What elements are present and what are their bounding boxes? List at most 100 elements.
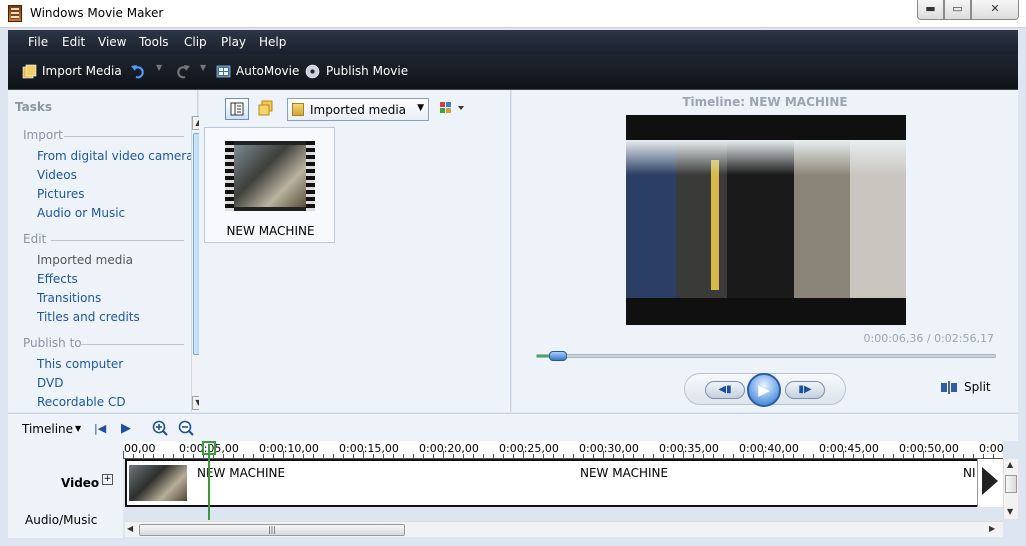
menu-file[interactable]: File	[28, 35, 48, 49]
window-title: Windows Movie Maker	[30, 6, 164, 20]
link-videos[interactable]: Videos	[37, 168, 77, 182]
menu-play[interactable]: Play	[221, 35, 246, 49]
automovie-icon	[216, 65, 231, 78]
timeline-clip-label: NEW MACHINE	[197, 466, 286, 480]
section-edit: Edit	[23, 232, 47, 246]
tasks-header: Tasks	[15, 100, 53, 114]
track-headers: Video + Audio/Music	[8, 441, 123, 538]
timeline-vertical-scrollbar[interactable]: ▲ ▼	[1003, 459, 1018, 519]
play-timeline-icon[interactable]: ▶	[121, 421, 131, 436]
timeline-clip-thumbnail	[129, 465, 187, 501]
minimize-button[interactable]: ▬	[917, 0, 944, 20]
next-frame-button[interactable]: ▮▶	[785, 381, 825, 399]
menu-help[interactable]: Help	[259, 35, 286, 49]
close-button[interactable]: ✕	[971, 0, 1019, 20]
import-media-icon	[22, 64, 37, 79]
timecode-display: 0:00:06,36 / 0:02:56,17	[863, 332, 995, 345]
scroll-right-arrow[interactable]: ▶	[989, 524, 995, 533]
preview-pane: Timeline: NEW MACHINE 0:00:06,36 / 0:02:…	[512, 90, 1018, 412]
chevron-down-icon[interactable]: ▼	[75, 424, 81, 433]
timeline-clip-label: NI	[963, 466, 976, 480]
ruler-tick	[653, 454, 654, 458]
title-bar: Windows Movie Maker ▬ ▭ ✕	[0, 0, 1026, 28]
ruler-tick	[563, 454, 564, 458]
chevron-down-icon: ▼	[417, 103, 424, 113]
link-titles-and-credits[interactable]: Titles and credits	[37, 310, 140, 324]
scrollbar-thumb[interactable]: |||	[139, 524, 405, 536]
undo-dropdown-arrow[interactable]: ▼	[156, 63, 162, 72]
menu-edit[interactable]: Edit	[62, 35, 85, 49]
collection-pane: Imported media ▼ NEW MACHINE	[199, 90, 511, 412]
ruler-tick	[893, 454, 894, 458]
tasks-pane-icon	[230, 102, 244, 116]
link-this-computer[interactable]: This computer	[37, 357, 123, 371]
timeline-horizontal-scrollbar[interactable]: ◀ ||| ▶	[125, 521, 1003, 537]
zoom-in-icon[interactable]	[152, 420, 168, 436]
film-perforation	[306, 141, 315, 211]
ruler-tick	[643, 454, 644, 458]
publish-movie-button[interactable]: Publish Movie	[326, 64, 408, 78]
play-button[interactable]: ▶	[747, 373, 781, 407]
ruler-label: 0:00:15,00	[339, 442, 399, 455]
redo-dropdown-arrow[interactable]: ▼	[200, 63, 206, 72]
link-from-digital-video-camera[interactable]: From digital video camera	[37, 149, 194, 163]
track-end-arrow-icon[interactable]	[977, 459, 1003, 507]
playback-controls: ◀▮ ▶ ▮▶	[684, 373, 846, 407]
link-effects[interactable]: Effects	[37, 272, 78, 286]
menu-view[interactable]: View	[98, 35, 126, 49]
ruler-label: 0:00:10,00	[259, 442, 319, 455]
ruler-tick	[323, 454, 324, 458]
redo-icon[interactable]	[176, 64, 191, 79]
seek-bar[interactable]	[536, 351, 996, 361]
view-options-button[interactable]	[439, 101, 469, 117]
ruler-tick	[883, 454, 884, 458]
timeline-dropdown[interactable]: Timeline	[22, 422, 73, 436]
split-icon	[941, 381, 957, 394]
playhead[interactable]	[208, 444, 210, 520]
tasks-toggle-button[interactable]	[225, 98, 249, 120]
menu-clip[interactable]: Clip	[184, 35, 207, 49]
scroll-left-arrow[interactable]: ◀	[127, 524, 133, 533]
collections-folder-icon	[258, 100, 273, 116]
automovie-button[interactable]: AutoMovie	[236, 64, 299, 78]
link-transitions[interactable]: Transitions	[37, 291, 101, 305]
dropdown-value: Imported media	[310, 103, 407, 117]
collections-button[interactable]	[255, 98, 279, 120]
menu-bar: File Edit View Tools Clip Play Help	[8, 30, 1018, 54]
audio-track-label: Audio/Music	[25, 513, 98, 527]
ruler-label: 0:00:50,00	[899, 442, 959, 455]
ruler-tick	[243, 454, 244, 458]
maximize-button[interactable]: ▭	[944, 0, 971, 20]
tasks-pane: Tasks Import From digital video camera V…	[8, 90, 205, 412]
expand-video-track-icon[interactable]: +	[102, 474, 113, 485]
undo-icon[interactable]	[130, 64, 145, 79]
link-imported-media[interactable]: Imported media	[37, 253, 133, 267]
split-button[interactable]: Split	[964, 380, 991, 394]
import-media-button[interactable]: Import Media	[42, 64, 122, 78]
link-dvd[interactable]: DVD	[37, 376, 63, 390]
timeline-ruler[interactable]: 00,000:00:05,000:00:10,000:00:15,000:00:…	[123, 441, 1004, 459]
video-frame	[626, 140, 906, 298]
section-publish-to: Publish to	[23, 336, 82, 350]
zoom-out-icon[interactable]	[178, 420, 194, 436]
section-divider	[64, 136, 184, 137]
ruler-tick	[733, 454, 734, 458]
scrollbar-thumb[interactable]	[1005, 475, 1017, 493]
ruler-tick	[253, 454, 254, 458]
scroll-down-arrow[interactable]: ▼	[1007, 507, 1013, 516]
ruler-tick	[413, 454, 414, 458]
folder-icon	[292, 103, 304, 116]
seek-bar-thumb[interactable]	[549, 351, 568, 361]
link-recordable-cd[interactable]: Recordable CD	[37, 395, 126, 409]
collection-dropdown[interactable]: Imported media ▼	[287, 98, 429, 121]
video-track[interactable]: NEW MACHINE NEW MACHINE NI	[125, 459, 1003, 507]
previous-frame-button[interactable]: ◀▮	[705, 381, 745, 399]
section-import: Import	[23, 128, 63, 142]
scroll-up-arrow[interactable]: ▲	[1007, 460, 1013, 469]
media-clip-new-machine[interactable]: NEW MACHINE	[204, 127, 335, 243]
link-pictures[interactable]: Pictures	[37, 187, 85, 201]
section-divider	[51, 240, 184, 241]
link-audio-or-music[interactable]: Audio or Music	[37, 206, 125, 220]
rewind-icon[interactable]: |◀	[94, 422, 106, 435]
menu-tools[interactable]: Tools	[139, 35, 169, 49]
